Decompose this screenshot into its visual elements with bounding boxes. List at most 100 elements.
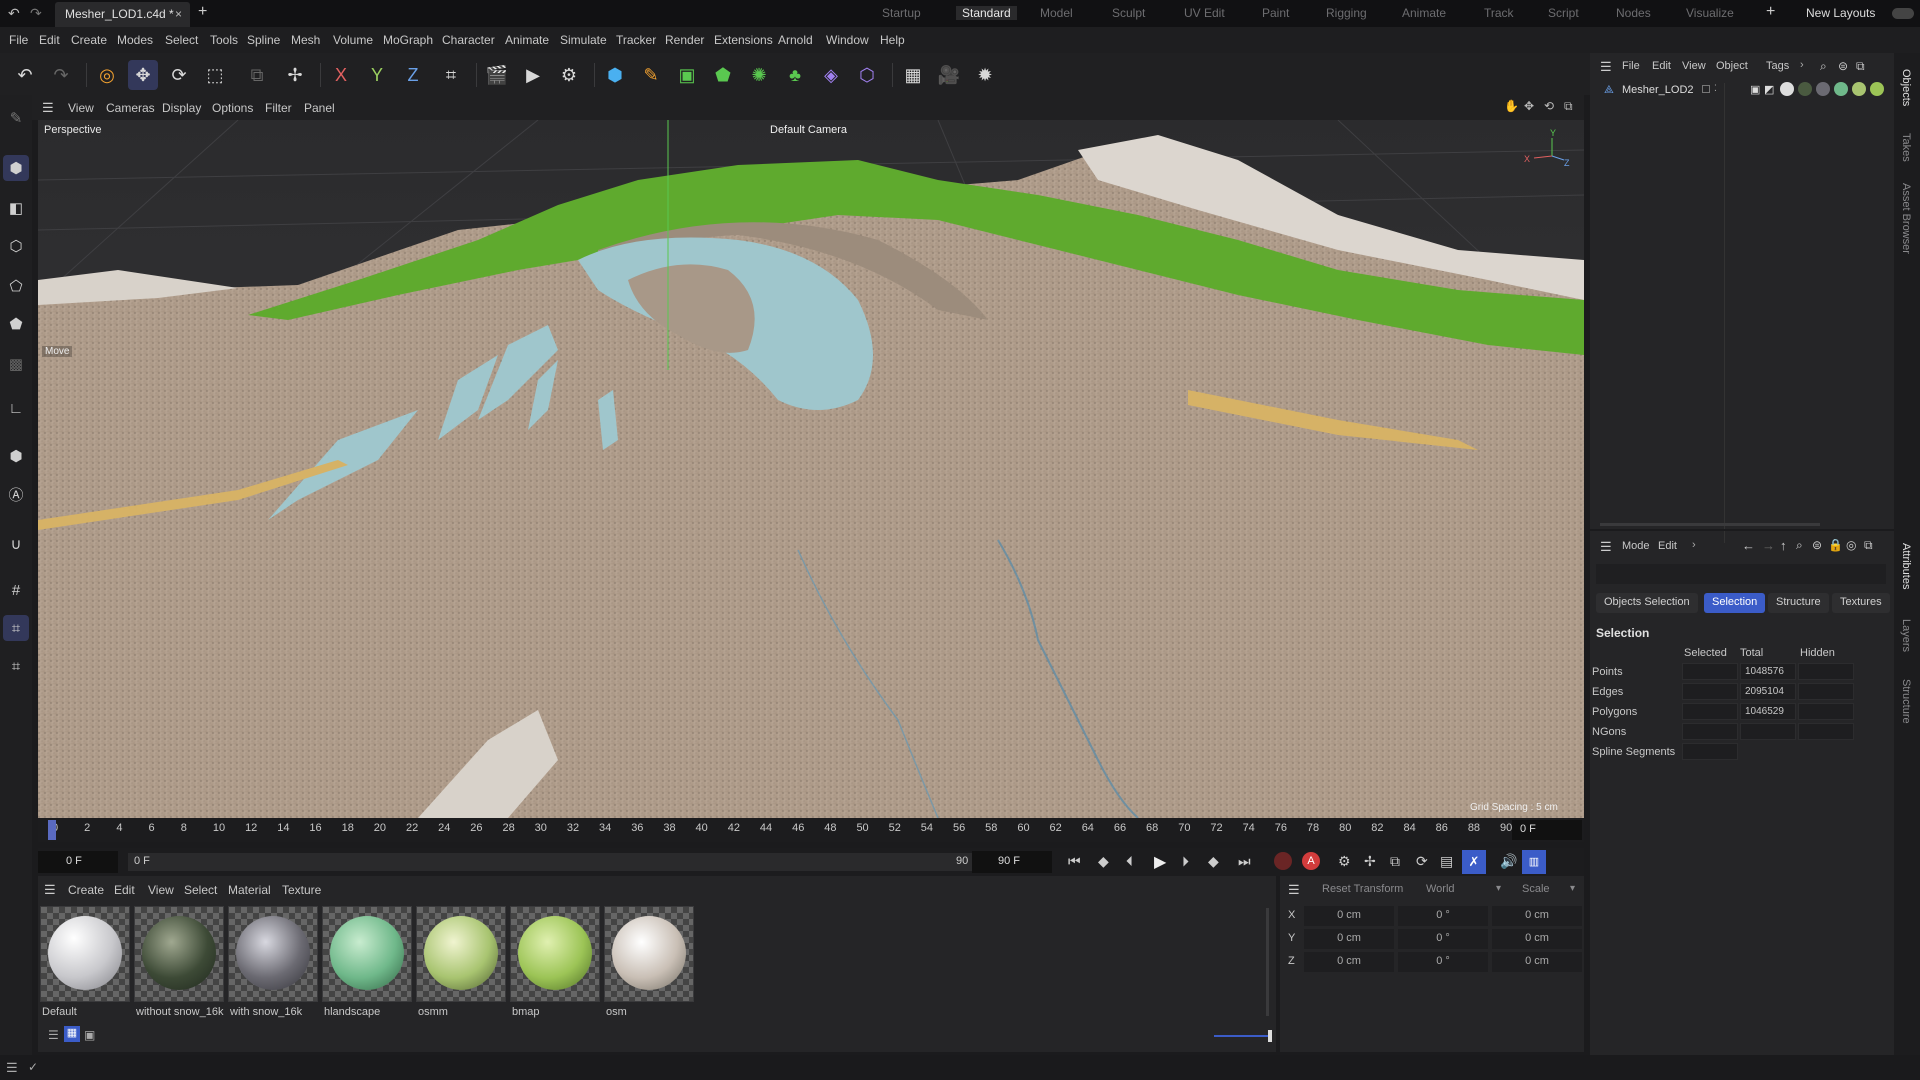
- layout-startup[interactable]: Startup: [882, 6, 921, 20]
- redo-icon[interactable]: ↷: [46, 60, 76, 90]
- position-x-field[interactable]: 0 cm: [1304, 906, 1394, 926]
- size-x-field[interactable]: 0 cm: [1492, 906, 1582, 926]
- spline-pen-icon[interactable]: ✎: [636, 60, 666, 90]
- tab-selection[interactable]: Selection: [1704, 593, 1766, 613]
- record-keys-icon[interactable]: [1274, 852, 1292, 870]
- size-y-field[interactable]: 0 cm: [1492, 929, 1582, 949]
- position-z-field[interactable]: 0 cm: [1304, 952, 1394, 972]
- hamburger-menu-icon[interactable]: ☰: [1600, 539, 1612, 555]
- tab-textures[interactable]: Textures: [1832, 593, 1890, 613]
- undo-history-icon[interactable]: ↶: [8, 5, 20, 22]
- grid-view-icon[interactable]: ▦: [64, 1026, 80, 1042]
- position-key-icon[interactable]: ✢: [1364, 853, 1376, 870]
- chevron-down-icon[interactable]: ▾: [1496, 883, 1501, 894]
- layout-track[interactable]: Track: [1484, 6, 1514, 20]
- make-editable-icon[interactable]: ✎: [3, 105, 29, 131]
- viewport-menu-cameras[interactable]: Cameras: [106, 101, 155, 115]
- material-swatch[interactable]: osmm: [416, 906, 506, 1018]
- menu-window[interactable]: Window: [826, 33, 869, 47]
- material-tag-hlandscape-icon[interactable]: [1834, 82, 1848, 96]
- material-tag-osmm-icon[interactable]: [1852, 82, 1866, 96]
- layout-paint[interactable]: Paint: [1262, 6, 1289, 20]
- material-menu-create[interactable]: Create: [68, 883, 104, 897]
- hamburger-menu-icon[interactable]: ☰: [1288, 882, 1300, 898]
- frame-range-slider[interactable]: 0 F 90 F: [128, 853, 986, 871]
- size-z-field[interactable]: 0 cm: [1492, 952, 1582, 972]
- menu-file[interactable]: File: [9, 33, 28, 47]
- material-menu-material[interactable]: Material: [228, 883, 271, 897]
- material-tag-bmap-icon[interactable]: [1870, 82, 1884, 96]
- close-icon[interactable]: ×: [175, 7, 182, 21]
- edges-mode-icon[interactable]: ⬠: [3, 273, 29, 299]
- render-picture-viewer-icon[interactable]: ▶: [518, 60, 548, 90]
- next-key-icon[interactable]: ◆: [1208, 853, 1219, 870]
- hamburger-menu-icon[interactable]: ☰: [1600, 59, 1612, 75]
- tab-structure[interactable]: Structure: [1768, 593, 1829, 613]
- viewport-menu-panel[interactable]: Panel: [304, 101, 335, 115]
- rotation-z-field[interactable]: 0 °: [1398, 952, 1488, 972]
- chevron-right-icon[interactable]: ›: [1800, 59, 1804, 71]
- bend-deformer-icon[interactable]: ◈: [816, 60, 846, 90]
- menu-mesh[interactable]: Mesh: [291, 33, 320, 47]
- reset-transform-button[interactable]: Reset Transform: [1322, 883, 1403, 895]
- layout-standard[interactable]: Standard: [956, 6, 1017, 20]
- position-y-field[interactable]: 0 cm: [1304, 929, 1394, 949]
- timeline-ruler[interactable]: 0246810121416182022242628303234363840424…: [38, 818, 1584, 842]
- menu-arnold[interactable]: Arnold: [778, 33, 813, 47]
- uv-mode-icon[interactable]: ▩: [3, 351, 29, 377]
- camera-label[interactable]: Default Camera: [770, 124, 847, 136]
- model-mode-icon[interactable]: ⬢: [3, 155, 29, 181]
- up-arrow-icon[interactable]: ↑: [1780, 538, 1787, 553]
- rotation-y-field[interactable]: 0 °: [1398, 929, 1488, 949]
- material-swatch[interactable]: hlandscape: [322, 906, 412, 1018]
- layout-uv-edit[interactable]: UV Edit: [1184, 6, 1225, 20]
- grid-snap-icon[interactable]: #: [3, 577, 29, 603]
- effector-icon[interactable]: ♣: [780, 60, 810, 90]
- menu-simulate[interactable]: Simulate: [560, 33, 607, 47]
- material-menu-texture[interactable]: Texture: [282, 883, 321, 897]
- go-to-start-icon[interactable]: ⏮: [1068, 853, 1081, 870]
- end-frame-field[interactable]: 90 F: [972, 851, 1052, 873]
- menu-tracker[interactable]: Tracker: [616, 33, 656, 47]
- material-swatch[interactable]: without snow_16k: [134, 906, 224, 1018]
- menu-edit[interactable]: Edit: [39, 33, 60, 47]
- material-menu-select[interactable]: Select: [184, 883, 217, 897]
- play-icon[interactable]: ▶: [1154, 852, 1166, 872]
- viewport-menu-display[interactable]: Display: [162, 101, 201, 115]
- workplane-snap-icon[interactable]: ⌗: [3, 615, 29, 641]
- viewport-menu-filter[interactable]: Filter: [265, 101, 292, 115]
- field-icon[interactable]: ⬡: [852, 60, 882, 90]
- solo-mode-icon[interactable]: ⬢: [3, 443, 29, 469]
- side-tab-attributes[interactable]: Attributes: [1900, 543, 1912, 589]
- menu-create[interactable]: Create: [71, 33, 107, 47]
- auto-key-toggle-icon[interactable]: A: [1302, 852, 1320, 870]
- add-layout-icon[interactable]: +: [1766, 3, 1775, 21]
- large-view-icon[interactable]: ▣: [84, 1028, 95, 1042]
- x-axis-lock-button[interactable]: X: [326, 60, 356, 90]
- new-window-icon[interactable]: ⧉: [1856, 59, 1865, 74]
- previous-key-icon[interactable]: ◆: [1098, 853, 1109, 870]
- preview-size-slider-handle[interactable]: [1268, 1030, 1272, 1042]
- filter-icon[interactable]: ⊜: [1838, 59, 1848, 73]
- theme-toggle[interactable]: [1892, 8, 1914, 19]
- go-to-end-icon[interactable]: ⏭: [1238, 853, 1251, 870]
- document-tab[interactable]: Mesher_LOD1.c4d * ×: [55, 2, 190, 27]
- attributes-menu-edit[interactable]: Edit: [1658, 540, 1677, 552]
- material-swatch[interactable]: with snow_16k: [228, 906, 318, 1018]
- next-frame-icon[interactable]: ⏵: [1182, 853, 1189, 870]
- hamburger-menu-icon[interactable]: ☰: [6, 1060, 18, 1076]
- search-icon[interactable]: ⌕: [1820, 59, 1827, 74]
- camera-icon[interactable]: 🎥: [934, 60, 964, 90]
- scale-tool-icon[interactable]: ⬚: [200, 60, 230, 90]
- menu-render[interactable]: Render: [665, 33, 704, 47]
- objects-menu-edit[interactable]: Edit: [1652, 60, 1671, 72]
- quantize-icon[interactable]: ⌗: [3, 653, 29, 679]
- z-axis-lock-button[interactable]: Z: [398, 60, 428, 90]
- material-swatch[interactable]: bmap: [510, 906, 600, 1018]
- new-window-icon[interactable]: ⧉: [1864, 538, 1873, 553]
- auto-key-icon[interactable]: Ⓐ: [3, 481, 29, 507]
- live-selection-icon[interactable]: ◎: [92, 60, 122, 90]
- object-row[interactable]: ⟁ Mesher_LOD2 ⁚ ▣ ◩: [1590, 81, 1894, 543]
- current-frame-display[interactable]: 0 F: [1512, 820, 1582, 840]
- preview-size-slider[interactable]: [1214, 1035, 1270, 1037]
